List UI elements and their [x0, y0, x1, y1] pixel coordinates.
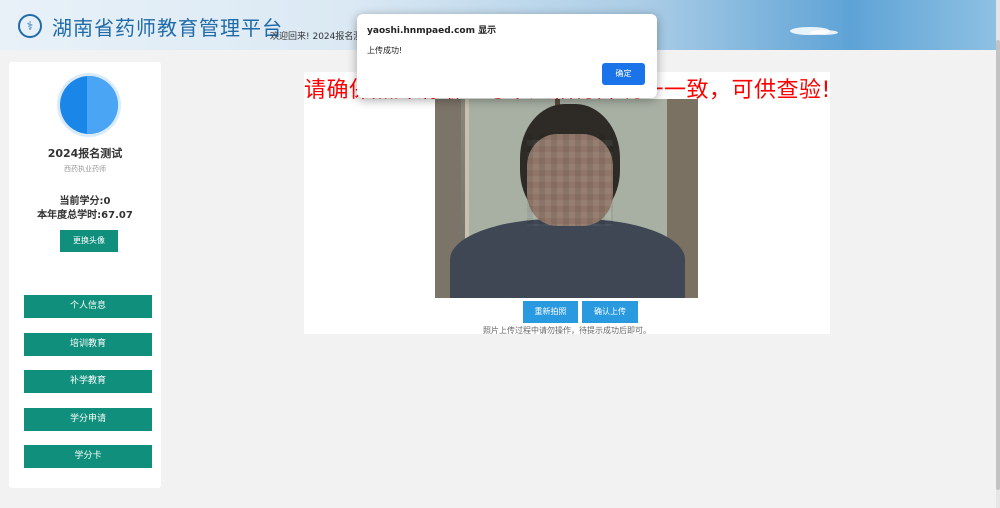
avatar-highlight — [87, 76, 118, 134]
nav-credit-card-button[interactable]: 学分卡 — [24, 445, 152, 468]
header-cloud-decoration — [810, 30, 838, 35]
alert-dialog: yaoshi.hnmpaed.com 显示 上传成功! 确定 — [357, 14, 657, 98]
dialog-title: yaoshi.hnmpaed.com 显示 — [367, 26, 497, 36]
confirm-upload-button[interactable]: 确认上传 — [582, 301, 638, 323]
site-logo-icon: ⚕ — [18, 14, 42, 38]
change-avatar-button[interactable]: 更换头像 — [60, 230, 118, 252]
site-title: 湖南省药师教育管理平台 — [52, 16, 283, 40]
total-hours: 本年度总学时:67.07 — [37, 210, 133, 221]
current-credits: 当前学分:0 — [59, 196, 111, 207]
retake-photo-button[interactable]: 重新拍照 — [523, 301, 578, 323]
nav-training-education-button[interactable]: 培训教育 — [24, 333, 152, 356]
page-scrollbar-thumb[interactable] — [996, 40, 1000, 490]
upload-hint: 照片上传过程中请勿操作，待提示成功后即可。 — [483, 326, 651, 335]
dialog-message: 上传成功! — [367, 46, 403, 55]
camera-background — [465, 99, 469, 249]
user-name: 2024报名测试 — [47, 147, 123, 160]
nav-personal-info-button[interactable]: 个人信息 — [24, 295, 152, 318]
camera-subject-body — [450, 219, 685, 298]
sidebar: 2024报名测试 西药执业药师 当前学分:0 本年度总学时:67.07 更换头像… — [9, 62, 161, 488]
nav-credit-application-button[interactable]: 学分申请 — [24, 408, 152, 431]
user-role: 西药执业药师 — [64, 165, 106, 173]
welcome-text: 欢迎回来! 2024报名测 — [270, 32, 363, 42]
dialog-ok-button[interactable]: 确定 — [602, 63, 645, 85]
face-mosaic — [527, 134, 613, 226]
avatar — [60, 76, 118, 134]
camera-preview — [435, 99, 698, 298]
nav-makeup-education-button[interactable]: 补学教育 — [24, 370, 152, 393]
